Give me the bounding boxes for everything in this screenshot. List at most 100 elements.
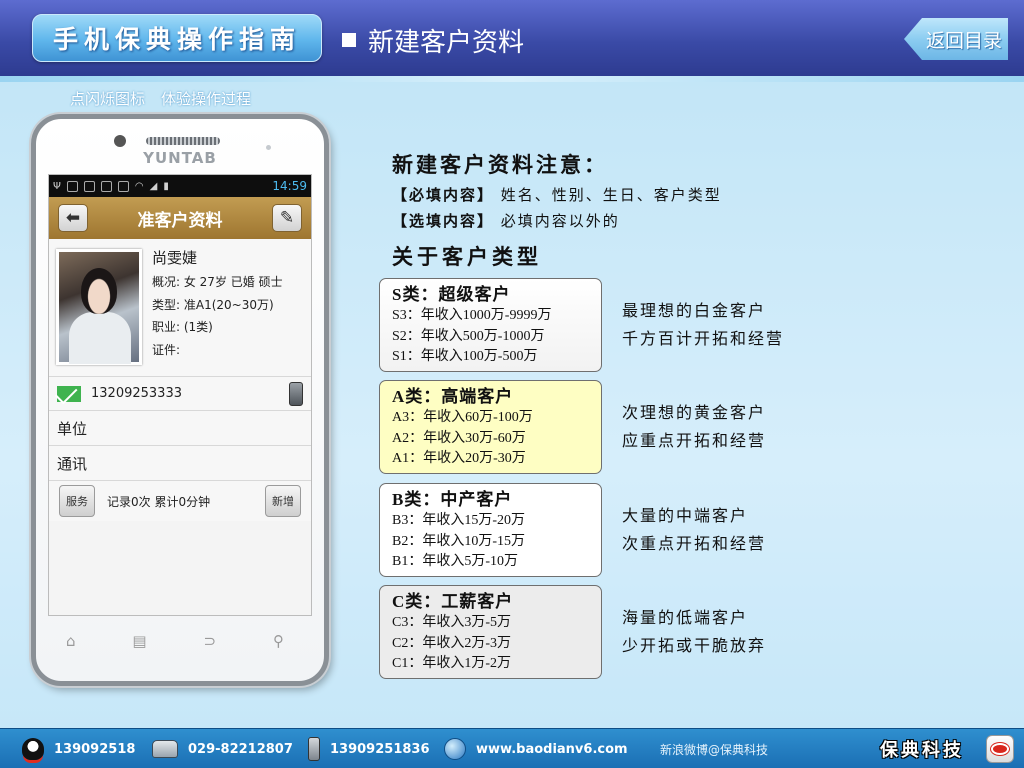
description-line: 次理想的黄金客户	[622, 403, 767, 422]
wifi-icon: ◠	[134, 180, 144, 192]
back-to-contents-button[interactable]: 返回目录	[904, 18, 1008, 60]
search-icon[interactable]: ⚲	[273, 632, 284, 650]
mobile-phone-icon[interactable]	[289, 381, 303, 406]
footer-bar: 139092518 029-82212807 13909251836 www.b…	[0, 728, 1024, 768]
category-line: S1：年收入100万-500万	[392, 349, 538, 364]
phone-screen: Ψ ◠ ◢ ▮ 14:59 ⬅ 准客户资料 ✎ 尚雯婕 概况: 女 27岁 已婚…	[48, 174, 312, 616]
edit-button[interactable]: ✎	[272, 204, 302, 232]
camera-icon	[114, 135, 126, 147]
signal-icon: ◢	[149, 180, 158, 192]
avatar-body	[69, 312, 131, 364]
menu-icon[interactable]: ▤	[132, 632, 146, 650]
footer-mobile: 13909251836	[308, 729, 430, 768]
speaker-grille	[146, 137, 220, 145]
footer-tel: 029-82212807	[152, 729, 293, 768]
avatar	[56, 249, 142, 365]
hint-text: 点闪烁图标 体验操作过程	[70, 88, 251, 109]
category-title: S类：超级客户	[392, 285, 511, 304]
category-line: B1：年收入5万-10万	[392, 554, 518, 569]
battery-icon: ▮	[163, 180, 169, 192]
description-line: 千方百计开拓和经营	[622, 329, 785, 348]
category-s-description: 最理想的白金客户 千方百计开拓和经营	[622, 297, 784, 353]
brand-logo-mark	[991, 743, 1009, 755]
description-line: 大量的中端客户	[622, 506, 749, 525]
category-s-box: S类：超级客户 S3：年收入1000万-9999万 S2：年收入500万-100…	[379, 278, 602, 372]
customer-profile: 尚雯婕 概况: 女 27岁 已婚 硕士 类型: 准A1(20~30万) 职业: …	[49, 239, 311, 377]
hint-part-1: 点闪烁图标	[70, 90, 146, 108]
brand-logo-icon	[986, 735, 1014, 763]
optional-text: 必填内容以外的	[500, 212, 620, 230]
footer-website[interactable]: www.baodianv6.com	[444, 729, 628, 768]
pencil-icon: ✎	[279, 208, 295, 228]
globe-icon	[444, 738, 466, 760]
required-text: 姓名、性别、生日、客户类型	[500, 186, 722, 204]
phone-mockup: YUNTAB Ψ ◠ ◢ ▮ 14:59 ⬅ 准客户资料 ✎ 尚雯婕 概况: 女	[31, 114, 329, 686]
customer-info: 尚雯婕 概况: 女 27岁 已婚 硕士 类型: 准A1(20~30万) 职业: …	[152, 245, 283, 361]
customer-name: 尚雯婕	[152, 249, 198, 267]
category-title: B类：中产客户	[392, 490, 513, 509]
category-c-description: 海量的低端客户 少开拓或干脆放弃	[622, 604, 766, 660]
tel-number: 029-82212807	[188, 741, 293, 757]
contact-row[interactable]: 通讯	[49, 446, 311, 481]
footer-brand: 保典科技	[880, 740, 964, 761]
service-record: 记录0次 累计0分钟	[107, 494, 211, 509]
service-button[interactable]: 服务	[59, 485, 95, 517]
page-title: 新建客户资料	[342, 20, 524, 60]
qq-penguin-icon	[22, 738, 44, 760]
description-line: 次重点开拓和经营	[622, 534, 767, 553]
category-b-box: B类：中产客户 B3：年收入15万-20万 B2：年收入10万-15万 B1：年…	[379, 483, 602, 577]
optional-tag: 【选填内容】	[392, 212, 495, 230]
category-a-description: 次理想的黄金客户 应重点开拓和经营	[622, 399, 766, 455]
category-line: B3：年收入15万-20万	[392, 513, 525, 528]
unit-row[interactable]: 单位	[49, 411, 311, 446]
chat-icon	[117, 180, 129, 192]
add-button[interactable]: 新增	[265, 485, 301, 517]
mail-icon	[100, 180, 112, 192]
phone-brand: YUNTAB	[143, 149, 217, 167]
phone-number-row[interactable]: 13209253333	[49, 377, 311, 411]
message-icon	[83, 180, 95, 192]
weibo-text[interactable]: 新浪微博@保典科技	[660, 729, 768, 768]
phone-number: 13209253333	[91, 386, 182, 401]
contact-label: 通讯	[57, 454, 88, 473]
hint-part-2: 体验操作过程	[161, 90, 252, 108]
category-line: A3：年收入60万-100万	[392, 410, 533, 425]
customer-job: 职业: (1类)	[152, 320, 213, 334]
website-url[interactable]: www.baodianv6.com	[476, 742, 628, 757]
category-line: C1：年收入1万-2万	[392, 656, 511, 671]
category-line: A2：年收入30万-60万	[392, 430, 526, 446]
app-logo: 手机保典操作指南	[32, 14, 322, 62]
optional-line: 【选填内容】 必填内容以外的	[392, 210, 722, 231]
arrow-left-icon: ⬅	[65, 208, 81, 228]
required-tag: 【必填内容】	[392, 186, 495, 204]
customer-overview: 概况: 女 27岁 已婚 硕士	[152, 275, 283, 289]
category-line: S3：年收入1000万-9999万	[392, 308, 552, 323]
logo-text: 手机保典操作指南	[52, 25, 301, 54]
notification-icon	[66, 180, 78, 192]
category-line: C2：年收入2万-3万	[392, 635, 511, 651]
category-line: B2：年收入10万-15万	[392, 533, 525, 549]
category-title: C类：工薪客户	[392, 592, 514, 611]
customer-id: 证件:	[152, 342, 181, 357]
home-icon[interactable]: ⌂	[66, 632, 76, 650]
square-bullet-icon	[342, 33, 356, 47]
mobile-number: 13909251836	[330, 741, 430, 757]
sms-icon[interactable]	[57, 385, 81, 402]
phone-nav-bar: ⌂ ▤ ⊃ ⚲	[66, 627, 284, 655]
footer-qq: 139092518	[22, 729, 135, 768]
usb-icon: Ψ	[53, 180, 61, 192]
customer-type: 类型: 准A1(20~30万)	[152, 297, 274, 312]
category-c-box: C类：工薪客户 C3：年收入3万-5万 C2：年收入2万-3万 C1：年收入1万…	[379, 585, 602, 679]
cellphone-icon	[308, 737, 320, 761]
category-title: A类：高端客户	[392, 387, 514, 406]
notes-section: 新建客户资料注意： 【必填内容】 姓名、性别、生日、客户类型 【选填内容】 必填…	[392, 149, 722, 231]
required-line: 【必填内容】 姓名、性别、生日、客户类型	[392, 184, 722, 205]
back-button-label: 返回目录	[925, 29, 1002, 52]
service-row: 服务 记录0次 累计0分钟 新增	[49, 481, 311, 521]
category-b-description: 大量的中端客户 次重点开拓和经营	[622, 502, 766, 558]
back-arrow-button[interactable]: ⬅	[58, 204, 88, 232]
category-line: A1：年收入20万-30万	[392, 451, 526, 466]
screen-title-bar: ⬅ 准客户资料 ✎	[49, 197, 311, 239]
category-line: C3：年收入3万-5万	[392, 615, 511, 630]
back-icon[interactable]: ⊃	[204, 632, 217, 650]
